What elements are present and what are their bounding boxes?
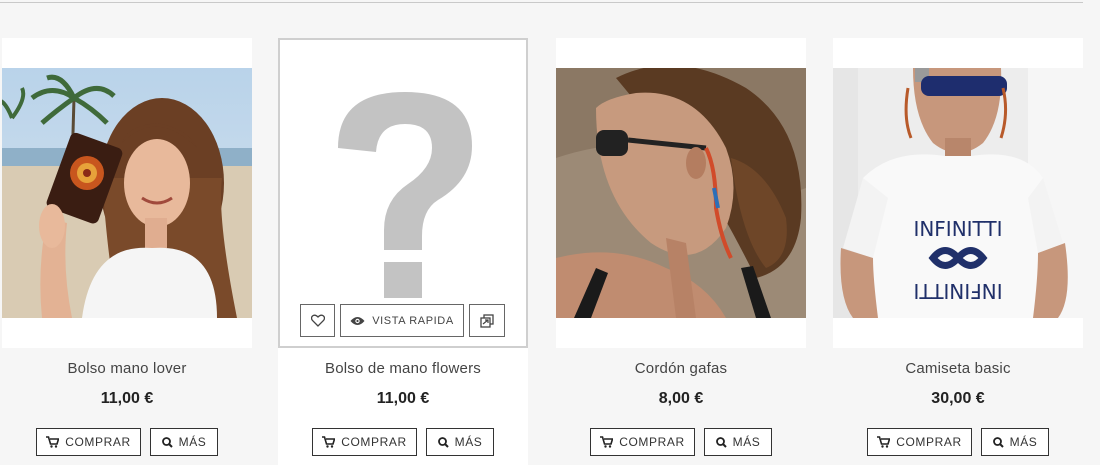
compare-icon	[480, 313, 494, 328]
more-button[interactable]: MÁS	[150, 428, 218, 456]
buy-button-label: COMPRAR	[65, 435, 131, 449]
quick-view-label: VISTA RAPIDA	[372, 314, 454, 327]
search-icon	[161, 436, 173, 448]
svg-text:INFINITTI: INFINITTI	[913, 279, 1002, 303]
wishlist-button[interactable]	[300, 304, 335, 337]
product-card: Cordón gafas 8,00 € COMPRAR MÁS	[556, 38, 806, 465]
product-image-frame[interactable]: VISTA RAPIDA	[278, 38, 528, 348]
product-image-frame[interactable]	[556, 38, 806, 348]
buy-button[interactable]: COMPRAR	[867, 428, 972, 456]
product-photo[interactable]	[2, 68, 252, 318]
cart-icon	[600, 436, 614, 448]
more-button[interactable]: MÁS	[704, 428, 772, 456]
eye-icon	[350, 316, 365, 325]
buy-button[interactable]: COMPRAR	[36, 428, 141, 456]
product-card: VISTA RAPIDA Bolso de mano flowers 11,00…	[278, 38, 528, 465]
product-title[interactable]: Cordón gafas	[556, 360, 806, 377]
cart-icon	[322, 436, 336, 448]
product-image-frame[interactable]: INFINITTI INFINITTI	[833, 38, 1083, 348]
buy-button[interactable]: COMPRAR	[590, 428, 695, 456]
buy-button-label: COMPRAR	[896, 435, 962, 449]
product-price: 30,00 €	[931, 390, 985, 407]
compare-button[interactable]	[469, 304, 505, 337]
cart-icon	[46, 436, 60, 448]
quick-view-button[interactable]: VISTA RAPIDA	[340, 304, 464, 337]
heart-icon	[310, 314, 325, 327]
more-button-label: MÁS	[178, 435, 207, 449]
more-button[interactable]: MÁS	[981, 428, 1049, 456]
product-photo[interactable]	[556, 68, 806, 318]
product-photo[interactable]: INFINITTI INFINITTI	[833, 68, 1083, 318]
buy-button-label: COMPRAR	[341, 435, 407, 449]
cart-icon	[877, 436, 891, 448]
more-button-label: MÁS	[1009, 435, 1038, 449]
search-icon	[715, 436, 727, 448]
more-button-label: MÁS	[732, 435, 761, 449]
product-price: 11,00 €	[100, 390, 154, 407]
buy-button-label: COMPRAR	[619, 435, 685, 449]
search-icon	[992, 436, 1004, 448]
more-button[interactable]: MÁS	[426, 428, 494, 456]
product-image-frame[interactable]	[2, 38, 252, 348]
product-card: INFINITTI INFINITTI Camiseta basic 30,00…	[833, 38, 1083, 465]
product-price: 8,00 €	[658, 390, 704, 407]
search-icon	[437, 436, 449, 448]
product-title[interactable]: Bolso de mano flowers	[278, 360, 528, 377]
top-divider	[0, 2, 1083, 3]
no-image-placeholder[interactable]	[278, 38, 528, 348]
buy-button[interactable]: COMPRAR	[312, 428, 417, 456]
svg-text:INFINITTI: INFINITTI	[913, 217, 1002, 241]
more-button-label: MÁS	[454, 435, 483, 449]
product-price: 11,00 €	[376, 390, 430, 407]
product-card: Bolso mano lover 11,00 € COMPRAR MÁS	[2, 38, 252, 465]
product-title[interactable]: Camiseta basic	[833, 360, 1083, 377]
product-title[interactable]: Bolso mano lover	[2, 360, 252, 377]
question-mark-icon	[338, 92, 472, 298]
